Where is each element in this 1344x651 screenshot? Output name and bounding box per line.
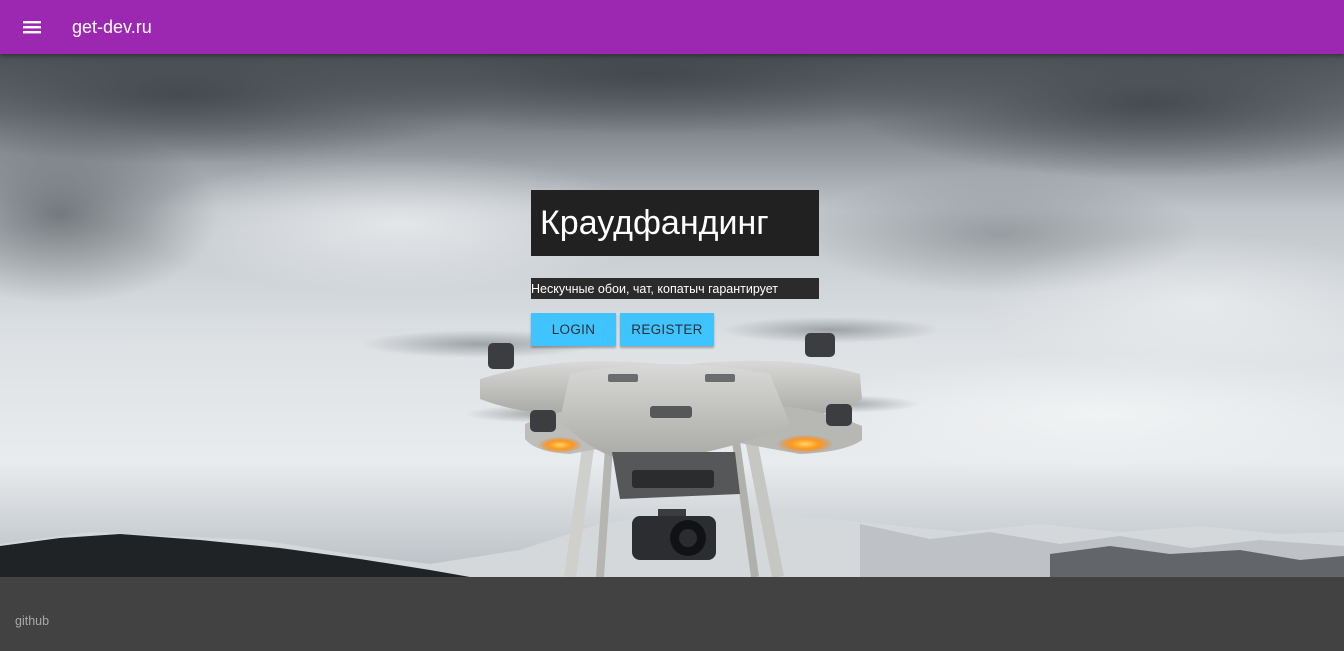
hero-title-box: Краудфандинг [531, 190, 819, 256]
menu-button[interactable] [0, 0, 64, 54]
hero-section: Краудфандинг Нескучные обои, чат, копаты… [0, 54, 1344, 577]
menu-icon [23, 21, 41, 34]
hero-subtitle-box: Нескучные обои, чат, копатыч гарантирует [531, 278, 819, 299]
register-button[interactable]: REGISTER [620, 313, 714, 346]
app-bar: get-dev.ru [0, 0, 1344, 54]
brand-title[interactable]: get-dev.ru [72, 17, 152, 38]
hero-title: Краудфандинг [540, 203, 769, 242]
github-link[interactable]: github [15, 614, 49, 628]
footer: github [0, 577, 1344, 651]
hero-subtitle: Нескучные обои, чат, копатыч гарантирует [531, 281, 779, 296]
login-button[interactable]: LOGIN [531, 313, 616, 346]
